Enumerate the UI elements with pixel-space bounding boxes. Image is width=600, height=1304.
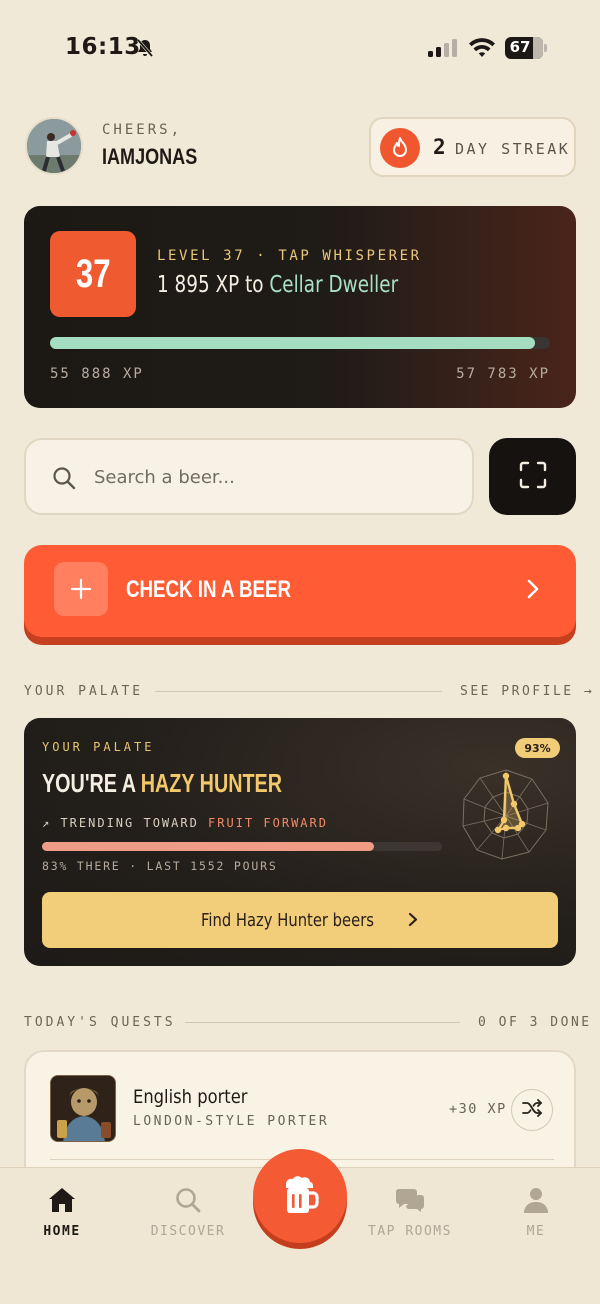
quest-xp: +30 XP (449, 1101, 507, 1117)
palate-progress-fill (42, 842, 374, 851)
person-icon (524, 1188, 548, 1213)
battery-level: 67 (509, 38, 531, 56)
nav-taprooms-label: TAP ROOMS (368, 1224, 452, 1239)
status-bar: 16:13 67 (0, 0, 600, 96)
shuffle-button[interactable] (511, 1089, 553, 1131)
search-icon (176, 1188, 201, 1213)
beer-thumbnail (50, 1075, 116, 1142)
xp-progress-fill (50, 337, 535, 349)
search-input[interactable] (94, 460, 454, 494)
level-card[interactable]: 37 LEVEL 37 · TAP WHISPERER 1 895 XP to … (24, 206, 576, 408)
shuffle-icon (522, 1099, 542, 1121)
wifi-icon (468, 37, 496, 63)
trend-prefix: ↗ TRENDING TOWARD (42, 816, 209, 830)
home-icon (49, 1188, 75, 1212)
check-in-button[interactable]: CHECK IN A BEER (24, 545, 576, 637)
palate-headline: YOU'RE A HAZY HUNTER (42, 768, 282, 799)
nav-taprooms[interactable]: TAP ROOMS (365, 1186, 455, 1239)
level-number-badge: 37 (50, 231, 136, 317)
nav-home[interactable]: HOME (17, 1186, 107, 1239)
flame-icon (380, 128, 420, 168)
section-divider (185, 1022, 460, 1023)
username: IAMJONAS (102, 144, 198, 169)
search-bar[interactable] (24, 438, 474, 515)
beer-mug-icon (286, 1176, 319, 1213)
quest-beer-style: LONDON-STYLE PORTER (133, 1114, 330, 1129)
see-profile-link[interactable]: SEE PROFILE → (460, 684, 594, 699)
streak-badge[interactable]: 2 DAY STREAK (369, 117, 576, 177)
quests-status: 0 OF 3 DONE (478, 1015, 592, 1030)
scan-button[interactable] (489, 438, 576, 515)
avatar[interactable] (25, 117, 83, 175)
palate-headline-prefix: YOU'RE A (42, 768, 141, 798)
beer-checkin-fab[interactable] (253, 1149, 347, 1243)
palate-match-badge: 93% (515, 738, 560, 758)
palate-eyebrow: YOUR PALATE (42, 740, 155, 754)
nav-me-label: ME (526, 1224, 546, 1239)
section-title-palate: YOUR PALATE (24, 684, 144, 699)
find-beers-label: Find Hazy Hunter beers (42, 910, 558, 931)
level-tag: LEVEL 37 · TAP WHISPERER (157, 248, 422, 264)
bell-muted-icon (135, 38, 155, 62)
greeting-label: CHEERS, (102, 122, 183, 138)
streak-label: DAY STREAK (455, 140, 571, 158)
nav-discover[interactable]: DISCOVER (143, 1186, 233, 1239)
quest-beer-name: English porter (133, 1086, 248, 1108)
section-divider (155, 691, 442, 692)
xp-remaining: 1 895 XP to (157, 272, 270, 298)
palate-progress-bar (42, 842, 442, 851)
cellular-signal-icon (428, 38, 460, 62)
plus-icon (54, 562, 108, 616)
nav-discover-label: DISCOVER (150, 1224, 226, 1239)
level-xp-to-next: 1 895 XP to Cellar Dweller (157, 272, 398, 298)
xp-progress-bar (50, 337, 550, 349)
nav-home-label: HOME (43, 1224, 81, 1239)
streak-count: 2 (433, 135, 446, 159)
next-level-title: Cellar Dweller (269, 272, 399, 298)
chat-bubbles-icon (395, 1189, 424, 1212)
palate-card: YOUR PALATE YOU'RE A HAZY HUNTER ↗ TREND… (24, 718, 576, 966)
flavor-radar-icon (458, 766, 554, 866)
chevron-right-icon (409, 912, 418, 927)
status-time: 16:13 (65, 34, 141, 60)
check-in-label: CHECK IN A BEER (126, 576, 292, 603)
trend-target: FRUIT FORWARD (208, 816, 328, 830)
palate-meta: 83% THERE · LAST 1552 POURS (42, 859, 278, 873)
xp-next: 57 783 XP (456, 366, 550, 382)
search-icon (52, 466, 76, 494)
battery-icon: 67 (505, 37, 547, 59)
palate-type: HAZY HUNTER (140, 768, 283, 798)
palate-trend: ↗ TRENDING TOWARD FRUIT FORWARD (42, 816, 328, 830)
section-title-quests: TODAY'S QUESTS (24, 1015, 176, 1030)
chevron-right-icon (526, 578, 540, 604)
xp-current: 55 888 XP (50, 366, 144, 382)
find-beers-button[interactable]: Find Hazy Hunter beers (42, 892, 558, 948)
nav-me[interactable]: ME (491, 1186, 581, 1239)
scan-icon (519, 461, 547, 493)
